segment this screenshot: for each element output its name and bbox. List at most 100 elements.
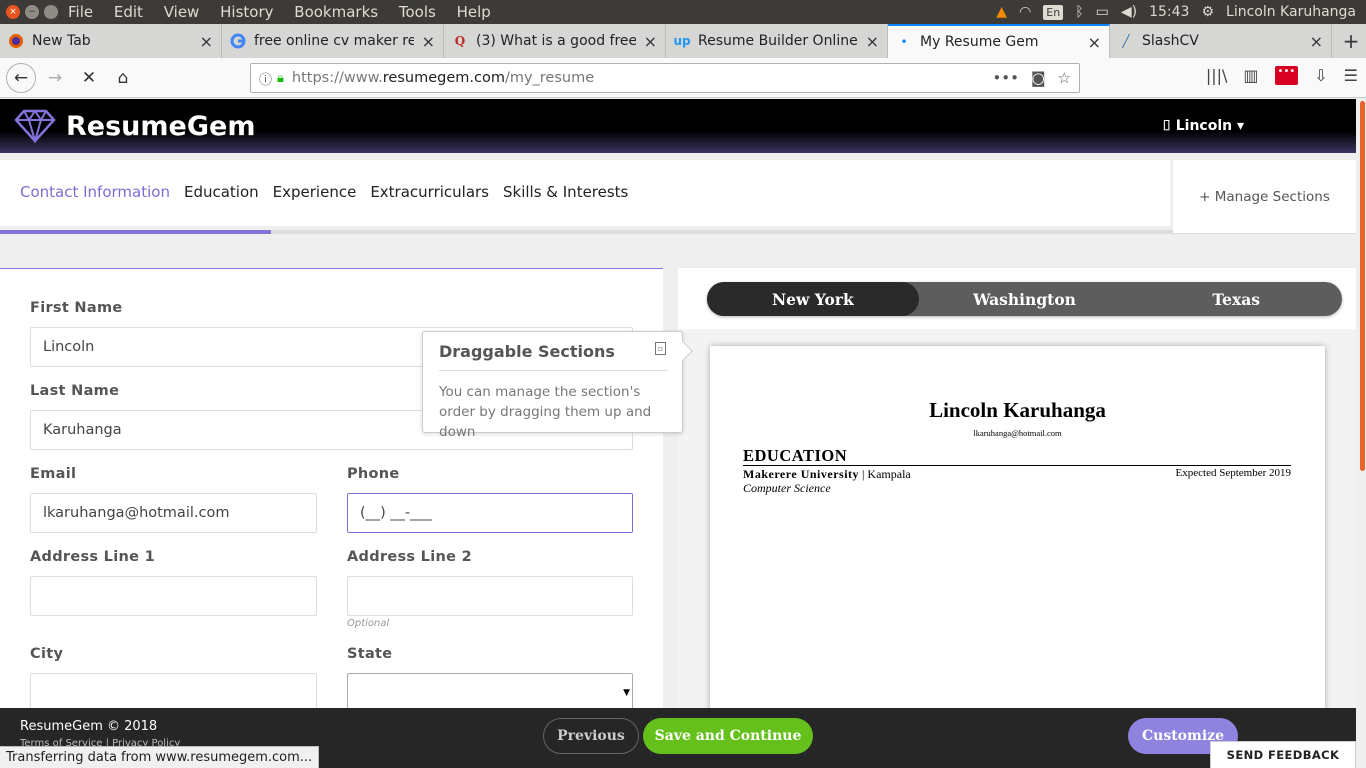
web-page: ResumeGem ⌷ Lincoln ▾ Contact Informatio… [0, 99, 1366, 768]
gem-icon [14, 109, 56, 143]
pocket-icon[interactable]: ◙ [1031, 69, 1046, 87]
home-button[interactable]: ⌂ [108, 63, 138, 93]
manage-sections-button[interactable]: + Manage Sections [1173, 160, 1356, 233]
first-name-label: First Name [30, 300, 123, 316]
bookmark-star-icon[interactable]: ☆ [1058, 69, 1071, 87]
new-tab-button[interactable]: + [1336, 24, 1366, 58]
section-education[interactable]: Education [184, 183, 259, 201]
page-scrollbar[interactable] [1356, 99, 1366, 768]
browser-tab-strip: New Tab × free online cv maker rev × Q (… [0, 24, 1366, 58]
tab-title: (3) What is a good free r [476, 33, 636, 49]
page-actions-icon[interactable]: ••• [992, 69, 1019, 87]
city-label: City [30, 646, 64, 662]
send-feedback-button[interactable]: SEND FEEDBACK [1210, 741, 1356, 768]
user-menu[interactable]: ⌷ Lincoln ▾ [1162, 118, 1244, 134]
template-new-york[interactable]: New York [707, 282, 919, 316]
close-tab-icon[interactable]: × [644, 32, 657, 51]
tooltip-title: Draggable Sections [439, 342, 615, 361]
template-texas[interactable]: Texas [1130, 282, 1342, 316]
extension-icon[interactable]: ••• [1274, 66, 1299, 85]
scrollbar-thumb[interactable] [1360, 101, 1365, 471]
close-tab-icon[interactable]: × [1310, 32, 1323, 51]
url-bar[interactable]: ⓘ 🔒︎ https://www. resumegem.com/my_resume… [250, 63, 1080, 93]
slashcv-icon: ╱ [1122, 34, 1130, 48]
close-tab-icon[interactable]: × [422, 32, 435, 51]
gear-icon[interactable]: ⚙ [1201, 4, 1214, 20]
firefox-icon [8, 33, 24, 49]
url-path: /my_resume [504, 70, 595, 86]
keyboard-layout-indicator[interactable]: En [1043, 4, 1064, 20]
hamburger-menu-icon[interactable]: ☰ [1344, 66, 1358, 85]
status-bar: Transferring data from www.resumegem.com… [0, 746, 320, 768]
address-line-1-label: Address Line 1 [30, 549, 155, 565]
divider [439, 370, 668, 371]
close-window-button[interactable]: × [6, 5, 20, 19]
section-contact-information[interactable]: Contact Information [20, 183, 170, 201]
tab-slashcv[interactable]: ╱ SlashCV × [1110, 24, 1332, 58]
resume-location: | Kampala [862, 467, 911, 481]
address-line-2-field[interactable] [347, 576, 633, 616]
wifi-icon[interactable]: ◠ [1019, 4, 1031, 20]
template-washington[interactable]: Washington [919, 282, 1131, 316]
battery-icon[interactable]: ▭ [1096, 4, 1109, 20]
tab-title: Resume Builder Online: [698, 33, 858, 49]
sidebar-icon[interactable]: ▥ [1243, 66, 1258, 85]
maximize-window-button[interactable] [44, 5, 58, 19]
menu-edit[interactable]: Edit [114, 3, 143, 21]
stop-button[interactable]: ✕ [74, 63, 104, 93]
previous-button[interactable]: Previous [543, 718, 639, 754]
address-line-1-field[interactable] [30, 576, 317, 616]
bluetooth-icon[interactable]: ᛒ [1075, 4, 1083, 20]
loading-dot-icon: • [900, 35, 908, 49]
resume-paper: Lincoln Karuhanga lkaruhanga@hotmail.com… [710, 346, 1325, 768]
phone-label: Phone [347, 466, 400, 482]
vlc-icon[interactable]: ▲ [996, 4, 1007, 20]
section-experience[interactable]: Experience [273, 183, 357, 201]
section-extracurriculars[interactable]: Extracurriculars [370, 183, 489, 201]
state-label: State [347, 646, 393, 662]
menu-tools[interactable]: Tools [399, 3, 436, 21]
volume-icon[interactable]: ◀) [1121, 4, 1137, 20]
tab-my-resume-gem[interactable]: • My Resume Gem × [888, 24, 1110, 58]
forward-button[interactable]: → [40, 63, 70, 93]
tab-quora[interactable]: Q (3) What is a good free r × [444, 24, 666, 58]
system-tray: ▲ ◠ En ᛒ ▭ ◀) 15:43 ⚙ Lincoln Karuhanga [996, 4, 1366, 20]
draggable-sections-tooltip: Draggable Sections ▫ You can manage the … [422, 331, 693, 440]
close-tab-icon[interactable]: × [1088, 33, 1101, 52]
window-controls: × − [6, 5, 58, 19]
upwork-icon: up [673, 34, 691, 48]
state-select[interactable]: ▼ [347, 673, 633, 713]
app-menu: File Edit View History Bookmarks Tools H… [68, 3, 507, 21]
template-switcher: New York Washington Texas [707, 282, 1342, 316]
section-skills-interests[interactable]: Skills & Interests [503, 183, 628, 201]
minimize-window-button[interactable]: − [25, 5, 39, 19]
menu-file[interactable]: File [68, 3, 93, 21]
phone-field[interactable]: (__) __-___ [347, 493, 633, 533]
menu-view[interactable]: View [164, 3, 200, 21]
tab-resume-builder[interactable]: up Resume Builder Online: × [666, 24, 888, 58]
save-and-continue-button[interactable]: Save and Continue [643, 718, 813, 754]
site-header: ResumeGem ⌷ Lincoln ▾ [0, 99, 1356, 153]
tab-google-search[interactable]: free online cv maker rev × [222, 24, 444, 58]
back-button[interactable]: ← [6, 62, 36, 93]
email-field[interactable]: lkaruhanga@hotmail.com [30, 493, 317, 533]
close-icon[interactable]: ▫ [655, 342, 666, 355]
download-icon[interactable]: ⇩ [1314, 66, 1327, 85]
close-tab-icon[interactable]: × [866, 32, 879, 51]
menu-history[interactable]: History [220, 3, 273, 21]
menu-help[interactable]: Help [457, 3, 491, 21]
resumegem-logo[interactable]: ResumeGem [14, 109, 255, 143]
user-name: Lincoln [1175, 118, 1233, 134]
menu-bookmarks[interactable]: Bookmarks [294, 3, 378, 21]
resume-school: Makerere University [743, 467, 860, 481]
tab-title: My Resume Gem [920, 34, 1039, 50]
clock[interactable]: 15:43 [1149, 4, 1189, 20]
resume-date: Expected September 2019 [1175, 467, 1291, 479]
tab-title: SlashCV [1142, 33, 1199, 49]
city-field[interactable] [30, 673, 317, 713]
close-tab-icon[interactable]: × [200, 32, 213, 51]
library-icon[interactable]: |||\ [1206, 66, 1228, 85]
session-user[interactable]: Lincoln Karuhanga [1226, 4, 1356, 20]
tab-new-tab[interactable]: New Tab × [0, 24, 222, 58]
info-icon[interactable]: ⓘ [259, 69, 272, 88]
